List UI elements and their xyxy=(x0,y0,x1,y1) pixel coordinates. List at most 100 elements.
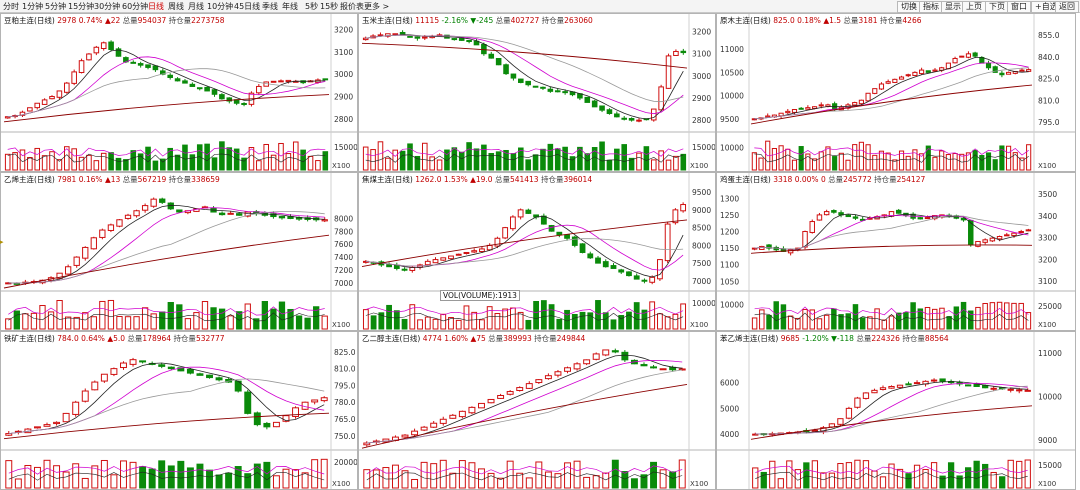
candle-14 xyxy=(497,393,505,400)
candle-body xyxy=(611,350,619,353)
ma60-line xyxy=(750,405,1033,440)
volume-bar-5 xyxy=(411,478,419,489)
toolbar-item-16[interactable]: 更多 > xyxy=(364,1,389,12)
candle-5 xyxy=(785,108,791,115)
volume-bar-1 xyxy=(372,469,380,489)
volume-bar-30 xyxy=(261,300,269,330)
candle-30 xyxy=(595,255,601,264)
candle-body xyxy=(658,86,664,111)
volume-bar-28 xyxy=(211,157,218,171)
volume-bar-27 xyxy=(204,143,210,171)
candle-body xyxy=(584,96,591,103)
candle-10 xyxy=(90,236,97,250)
toolbar-item-4[interactable]: 30分钟 xyxy=(94,1,120,12)
toolbar-item-9[interactable]: 10分钟 xyxy=(207,1,233,12)
volume-bar-27 xyxy=(946,316,952,330)
volume-bar-3 xyxy=(33,466,41,489)
toolbar-item-0[interactable]: 分时 xyxy=(3,1,19,12)
volume-bar-12 xyxy=(455,319,462,330)
volume-bar-32 xyxy=(610,319,617,330)
volume-scale-tag: X100 xyxy=(1038,162,1056,170)
panel-title: 苯乙烯主连(日线) 9685 -1.20% ▼-118 总量224326 持仓量… xyxy=(720,333,949,344)
candle-body xyxy=(211,89,218,95)
volume-bar-32 xyxy=(982,302,988,330)
volume-bar-21 xyxy=(184,318,192,330)
volume-bar-10 xyxy=(436,159,443,171)
candle-3 xyxy=(27,107,33,112)
candle-body xyxy=(502,227,509,239)
toolbar-item-11[interactable]: 季线 xyxy=(262,1,278,12)
candle-body xyxy=(93,46,100,54)
chart-panel-4[interactable]: 焦煤主连(日线) 1262.0 1.53% ▲19.0 总量541413 持仓量… xyxy=(358,172,716,331)
candle-body xyxy=(932,69,938,72)
candle-body xyxy=(455,253,462,256)
change-abs: ▲1.5 xyxy=(823,16,844,25)
candle-27 xyxy=(621,350,629,362)
candle-18 xyxy=(872,88,878,95)
candle-body xyxy=(158,364,166,367)
toolbar-button-0[interactable]: 切换 xyxy=(897,1,921,13)
volume-bar-27 xyxy=(621,471,629,489)
volume-bar-12 xyxy=(451,147,458,171)
toolbar-button-4[interactable]: 下页 xyxy=(985,1,1009,13)
volume-bar-2 xyxy=(377,141,384,171)
price-tick-right: 855.0 xyxy=(1038,31,1060,40)
volume-bar-1 xyxy=(370,315,377,330)
expand-arrow-icon[interactable]: ▸ xyxy=(0,238,4,246)
chart-panel-0[interactable]: 豆粕主连(日线) 2978 0.74% ▲22 总量954037 持仓量2273… xyxy=(0,13,358,172)
volume-bar-30 xyxy=(292,469,300,489)
volume-scale-tag: X100 xyxy=(1038,321,1056,329)
volume-bar-11 xyxy=(825,146,831,171)
candle-19 xyxy=(503,63,509,75)
toolbar-item-12[interactable]: 年线 xyxy=(282,1,298,12)
toolbar-button-3[interactable]: 上页 xyxy=(962,1,986,13)
candle-body xyxy=(905,74,911,77)
volume-bar-13 xyxy=(458,151,465,171)
candle-11 xyxy=(845,406,853,420)
candle-body xyxy=(63,82,70,93)
volume-bar-20 xyxy=(152,160,159,171)
volume-bar-41 xyxy=(680,303,687,330)
candle-body xyxy=(959,55,965,58)
chart-panel-1[interactable]: 玉米主连(日线) 11115 -2.16% ▼-245 总量402727 持仓量… xyxy=(358,13,716,172)
toolbar-item-13[interactable]: 5秒 xyxy=(305,1,318,12)
volume-bar-23 xyxy=(201,301,209,330)
toolbar-button-5[interactable]: 窗口 xyxy=(1007,1,1031,13)
candle-body xyxy=(852,102,858,106)
volume-bar-33 xyxy=(989,302,996,330)
chart-panel-8[interactable]: 苯乙烯主连(日线) 9685 -1.20% ▼-118 总量224326 持仓量… xyxy=(716,331,1076,490)
toolbar-item-14[interactable]: 15秒 xyxy=(320,1,338,12)
chart-panel-2[interactable]: 原木主连(日线) 825.0 0.18% ▲1.5 总量3181 持仓量4266… xyxy=(716,13,1076,172)
chart-panel-7[interactable]: 乙二醇主连(日线) 4774 1.60% ▲75 总量389993 持仓量249… xyxy=(358,331,716,490)
candle-body xyxy=(579,243,586,253)
candle-23 xyxy=(532,85,539,88)
toolbar-item-5[interactable]: 60分钟 xyxy=(122,1,148,12)
candle-body xyxy=(206,374,213,379)
chart-panel-6[interactable]: 铁矿主连(日线) 784.0 0.64% ▲5.0 总量178964 持仓量53… xyxy=(0,331,358,490)
toolbar-button-1[interactable]: 指标 xyxy=(919,1,943,13)
candle-body xyxy=(124,214,132,219)
toolbar-item-3[interactable]: 15分钟 xyxy=(68,1,94,12)
chart-panel-5[interactable]: 鸡蛋主连(日线) 3318 0.00% 0 总量245772 持仓量254127… xyxy=(716,172,1076,331)
panel-title: 焦煤主连(日线) 1262.0 1.53% ▲19.0 总量541413 持仓量… xyxy=(362,174,592,185)
candle-32 xyxy=(982,238,988,245)
volume-bar-8 xyxy=(820,472,827,489)
volume-bar-5 xyxy=(787,315,794,330)
toolbar-button-7[interactable]: 返回 xyxy=(1055,1,1079,13)
candle-body xyxy=(108,41,114,51)
toolbar-item-15[interactable]: 报价表 xyxy=(340,1,364,12)
chart-panel-3[interactable]: 乙烯主连(日线) 7981 0.16% ▲13 总量567219 持仓量3386… xyxy=(0,172,358,331)
toolbar-item-1[interactable]: 1分钟 xyxy=(22,1,43,12)
toolbar-item-2[interactable]: 5分钟 xyxy=(45,1,66,12)
candle-21 xyxy=(525,208,532,214)
candle-body xyxy=(823,211,830,216)
toolbar-item-10[interactable]: 45日线 xyxy=(234,1,260,12)
candlestick-chart: 825.0 810.0 795.0 780.0 765.0 750.0 20000 X100 xyxy=(1,332,357,489)
toolbar-item-8[interactable]: 月线 xyxy=(188,1,204,12)
candle-body xyxy=(518,78,524,83)
candle-15 xyxy=(506,390,514,396)
toolbar-item-7[interactable]: 周线 xyxy=(168,1,184,12)
volume-bar-18 xyxy=(872,154,878,171)
volume-bar-8 xyxy=(421,142,428,171)
toolbar-item-6[interactable]: 日线 xyxy=(148,1,164,12)
